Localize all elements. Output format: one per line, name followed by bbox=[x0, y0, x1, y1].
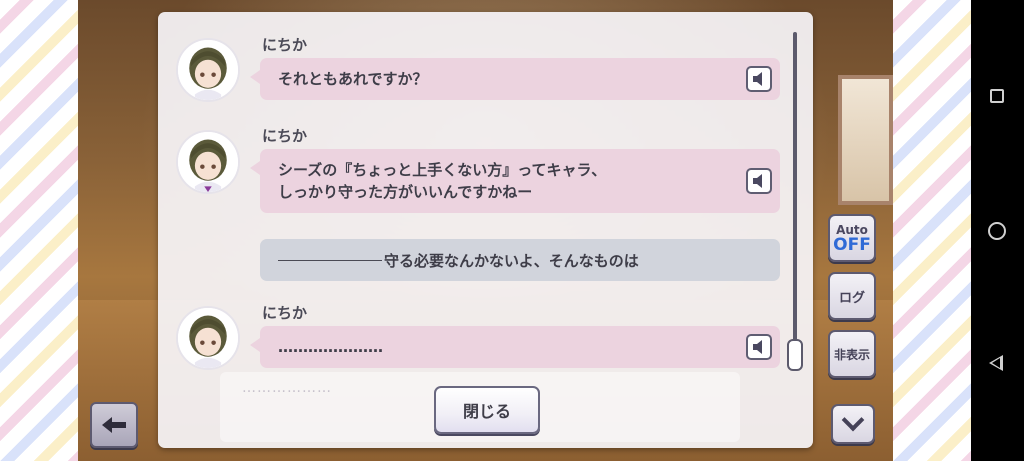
background-textbox-dots: ……………… bbox=[242, 380, 332, 396]
auto-state: OFF bbox=[833, 234, 871, 255]
speaker-name: にちか bbox=[262, 304, 308, 322]
close-label: 閉じる bbox=[462, 402, 511, 421]
close-button[interactable]: 閉じる bbox=[434, 386, 540, 434]
log-label: ログ bbox=[838, 290, 865, 306]
narration-dash bbox=[278, 259, 382, 261]
right-decorative-stripes bbox=[893, 0, 971, 461]
log-scrollbar-thumb[interactable] bbox=[787, 339, 803, 371]
left-decorative-stripes bbox=[0, 0, 78, 461]
auto-button[interactable]: Auto OFF bbox=[828, 214, 876, 262]
speaker-name: にちか bbox=[262, 36, 308, 54]
hide-ui-button[interactable]: 非表示 bbox=[828, 330, 876, 378]
character-portrait-icon bbox=[178, 308, 238, 368]
dialogue-bubble: ………………… bbox=[250, 326, 780, 368]
home-icon[interactable] bbox=[988, 222, 1006, 240]
speaker-icon bbox=[753, 72, 762, 86]
dialogue-bubble: シーズの『ちょっと上手くない方』ってキャラ、 しっかり守った方がいいんですかねー bbox=[250, 149, 780, 213]
back-triangle-icon[interactable] bbox=[989, 355, 1003, 371]
voice-replay-button[interactable] bbox=[746, 66, 772, 92]
log-button[interactable]: ログ bbox=[828, 272, 876, 320]
avatar bbox=[176, 38, 240, 102]
speaker-icon bbox=[753, 174, 762, 188]
avatar bbox=[176, 306, 240, 370]
speaker-name: にちか bbox=[262, 127, 308, 145]
chevron-down-icon bbox=[841, 408, 865, 432]
dialogue-text-line2: しっかり守った方がいいんですかねー bbox=[278, 183, 533, 201]
hide-label: 非表示 bbox=[833, 347, 870, 362]
character-portrait-icon bbox=[178, 132, 238, 192]
narration-text: 守る必要なんかないよ、そんなものは bbox=[384, 251, 639, 270]
narration-bubble: 守る必要なんかないよ、そんなものは bbox=[260, 239, 780, 281]
speaker-icon bbox=[753, 340, 762, 354]
dialogue-text: ………………… bbox=[278, 338, 383, 356]
dialogue-text: それともあれですか？ bbox=[278, 70, 428, 88]
back-button[interactable] bbox=[90, 402, 138, 448]
log-panel: ……………… にちか それともあれですか？ にちか シーズの『ちょっと上手くない… bbox=[158, 12, 813, 448]
log-scrollbar-track[interactable] bbox=[793, 32, 797, 362]
recent-apps-icon[interactable] bbox=[990, 89, 1004, 103]
dialogue-text-line1: シーズの『ちょっと上手くない方』ってキャラ、 bbox=[278, 161, 607, 179]
dialogue-bubble: それともあれですか？ bbox=[250, 58, 780, 100]
voice-replay-button[interactable] bbox=[746, 168, 772, 194]
scene-window bbox=[838, 75, 893, 205]
voice-replay-button[interactable] bbox=[746, 334, 772, 360]
advance-button[interactable] bbox=[831, 404, 875, 444]
arrow-left-icon bbox=[102, 417, 126, 433]
avatar bbox=[176, 130, 240, 194]
character-portrait-icon bbox=[178, 40, 238, 100]
